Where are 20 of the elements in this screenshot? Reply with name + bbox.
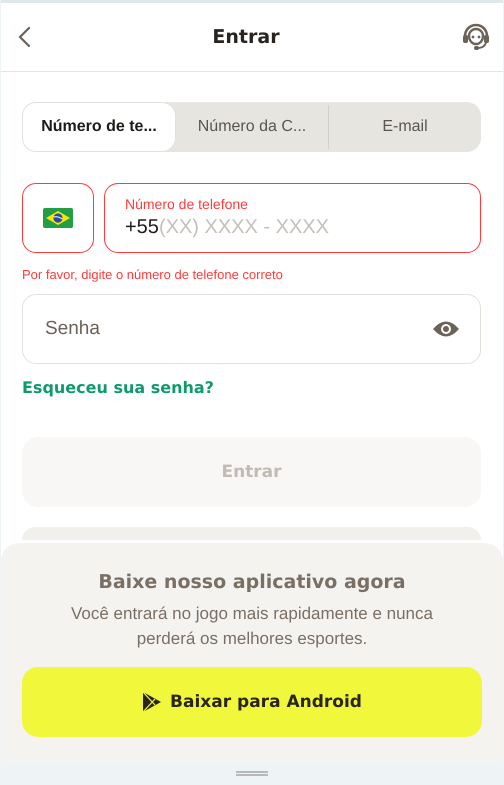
back-icon[interactable] [17, 26, 31, 48]
download-android-button[interactable]: Baixar para Android [22, 667, 482, 737]
drag-handle[interactable] [236, 771, 268, 776]
forgot-password-link[interactable]: Esqueceu sua senha? [22, 378, 214, 397]
tab[interactable]: Número da C... [176, 102, 328, 152]
country-select[interactable] [22, 183, 94, 253]
country-code: +55 [125, 216, 159, 239]
brazil-flag-icon [43, 208, 73, 228]
panel-text: Você entrará no jogo mais rapidamente e nunca perderá os melhores esportes. [70, 603, 434, 650]
headset-icon[interactable] [461, 23, 491, 51]
password-field[interactable]: Senha [22, 294, 481, 364]
eye-icon[interactable] [432, 320, 460, 338]
field-label: Número de telefone [125, 196, 249, 212]
panel-title: Baixe nosso aplicativo agora [98, 571, 406, 593]
phone-field[interactable]: Número de telefone +55(XX) XXXX - XXXX [104, 183, 481, 253]
tab[interactable]: E-mail [329, 102, 481, 152]
error-message: Por favor, digite o número de telefone correto [22, 267, 284, 282]
tab[interactable]: Número de te... [22, 102, 176, 152]
play-icon [142, 691, 162, 713]
page-title: Entrar [212, 26, 280, 48]
